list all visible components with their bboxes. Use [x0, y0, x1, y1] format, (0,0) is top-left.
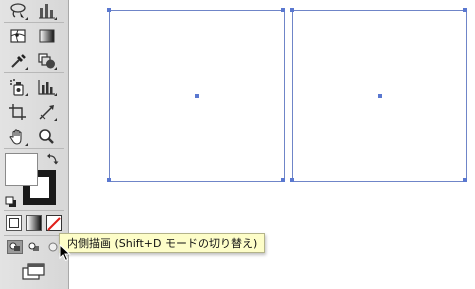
tool-row-4 [0, 76, 68, 98]
hand-tool[interactable] [7, 127, 29, 147]
center-point [195, 94, 199, 98]
selection-handle[interactable] [463, 178, 467, 182]
zoom-tool[interactable] [36, 127, 58, 147]
symbol-sprayer-tool[interactable] [7, 77, 29, 97]
gradient-icon [39, 29, 55, 43]
draw-normal-icon [9, 242, 20, 251]
column-graph-tool[interactable] [36, 77, 58, 97]
tool-row-5 [0, 101, 68, 123]
selection-handle[interactable] [281, 178, 285, 182]
toolbar-divider [4, 148, 64, 149]
selection-handle[interactable] [281, 8, 285, 12]
mesh-icon [10, 29, 26, 43]
draw-normal-button[interactable] [7, 240, 23, 254]
artboard-icon [9, 104, 26, 120]
gradient-tool[interactable] [36, 26, 58, 46]
default-fill-stroke-icon[interactable] [5, 196, 17, 208]
toolbar-divider [4, 235, 64, 236]
mouse-cursor-icon [59, 244, 71, 262]
artboard-tool[interactable] [7, 102, 29, 122]
none-icon [47, 217, 61, 231]
subtool-indicator-icon [25, 67, 28, 70]
toolbar-divider [4, 210, 64, 211]
fill-color-swatch[interactable] [5, 153, 38, 186]
graph-tool[interactable] [36, 1, 58, 21]
color-mode-button[interactable] [6, 215, 22, 231]
tool-row-1 [0, 0, 68, 22]
lasso-tool[interactable] [7, 1, 29, 21]
subtool-indicator-icon [25, 93, 28, 96]
blend-tool[interactable] [36, 51, 58, 71]
slice-tool[interactable] [36, 102, 58, 122]
tool-row-6 [0, 126, 68, 148]
tool-row-2 [0, 25, 68, 47]
selection-handle[interactable] [107, 8, 111, 12]
selection-handle[interactable] [290, 8, 294, 12]
screen-mode-icon[interactable] [22, 263, 46, 281]
center-point [378, 94, 382, 98]
toolbar-divider [4, 72, 64, 73]
color-icon [9, 218, 19, 228]
subtool-indicator-icon [54, 17, 57, 20]
none-mode-button[interactable] [46, 215, 62, 231]
draw-inside-icon [48, 242, 58, 252]
mesh-tool[interactable] [7, 26, 29, 46]
tool-row-3 [0, 50, 68, 72]
subtool-indicator-icon [54, 67, 57, 70]
selection-handle[interactable] [290, 178, 294, 182]
toolbar-divider [4, 22, 64, 23]
zoom-icon [39, 129, 54, 144]
selection-handle[interactable] [463, 8, 467, 12]
gradient-mode-button[interactable] [26, 215, 42, 231]
swap-fill-stroke-icon[interactable] [46, 152, 60, 166]
subtool-indicator-icon [25, 143, 28, 146]
subtool-indicator-icon [54, 118, 57, 121]
subtool-indicator-icon [54, 93, 57, 96]
selection-handle[interactable] [107, 178, 111, 182]
draw-behind-button[interactable] [26, 240, 42, 254]
subtool-indicator-icon [25, 17, 28, 20]
eyedropper-tool[interactable] [7, 51, 29, 71]
draw-behind-icon [28, 242, 39, 251]
tooltip: 内側描画 (Shift+D モードの切り替え) [59, 233, 266, 253]
